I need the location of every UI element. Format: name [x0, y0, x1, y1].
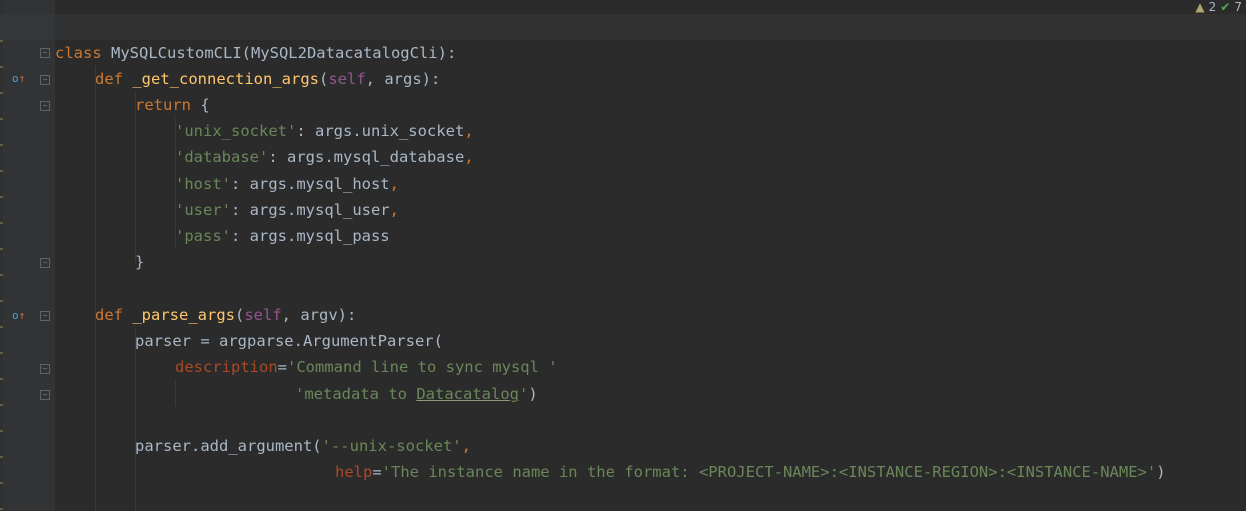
current-line-highlight	[55, 14, 1246, 40]
override-method-icon[interactable]: o↑	[12, 310, 25, 322]
inspection-status[interactable]: ▲ 2 ✔ 7	[1195, 0, 1246, 14]
indent-guide	[135, 328, 136, 511]
code-line-4: 'unix_socket': args.unix_socket,	[175, 122, 474, 140]
fold-icon[interactable]	[40, 258, 50, 268]
fold-icon[interactable]	[40, 48, 50, 58]
code-line-5: 'database': args.mysql_database,	[175, 148, 474, 166]
weak-warning-count: 7	[1234, 0, 1242, 14]
fold-icon[interactable]	[40, 390, 50, 400]
indent-guide	[95, 66, 96, 511]
fold-icon[interactable]	[40, 364, 50, 374]
code-line-6: 'host': args.mysql_host,	[175, 175, 399, 193]
vcs-change-markers	[0, 0, 3, 511]
code-line-1: class MySQLCustomCLI(MySQL2DatacatalogCl…	[55, 44, 457, 62]
indent-guide	[175, 380, 176, 406]
code-line-13: 'metadata to Datacatalog')	[295, 385, 538, 403]
code-line-10: def _parse_args(self, argv):	[95, 306, 357, 324]
fold-icon[interactable]	[40, 311, 50, 321]
code-line-9: }	[135, 253, 145, 271]
warning-count: 2	[1208, 0, 1217, 14]
code-line-15: help='The instance name in the format: <…	[335, 463, 1166, 481]
code-line-7: 'user': args.mysql_user,	[175, 201, 399, 219]
code-line-8: 'pass': args.mysql_pass	[175, 227, 390, 245]
warning-triangle-icon: ▲	[1195, 0, 1205, 14]
code-line-3: return {	[135, 96, 210, 114]
code-line-12: description='Command line to sync mysql …	[175, 358, 558, 376]
current-line-gutter	[0, 14, 55, 40]
override-method-icon[interactable]: o↑	[12, 73, 25, 85]
code-line-11: parser = argparse.ArgumentParser(	[135, 332, 443, 350]
code-line-2: def _get_connection_args(self, args):	[95, 70, 441, 88]
fold-icon[interactable]	[40, 75, 50, 85]
code-line-14: parser.add_argument('--unix-socket',	[135, 437, 471, 455]
double-check-icon: ✔	[1220, 0, 1231, 14]
fold-icon[interactable]	[40, 101, 50, 111]
